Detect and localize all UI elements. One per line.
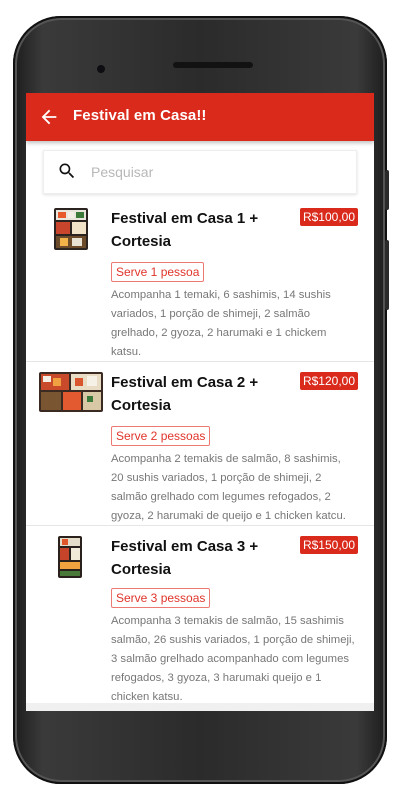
list-item[interactable]: Festival em Casa 3 + Cortesia R$150,00 S…	[26, 526, 374, 709]
item-title: Festival em Casa 2 + Cortesia	[111, 374, 259, 414]
front-camera	[97, 65, 105, 73]
search-bar[interactable]	[43, 150, 357, 194]
item-description: Acompanha 3 temakis de salmão, 15 sashim…	[111, 615, 355, 703]
item-title: Festival em Casa 1 + Cortesia	[111, 210, 259, 250]
serve-badge: Serve 3 pessoas	[111, 588, 211, 608]
search-input[interactable]	[91, 161, 341, 183]
product-image	[39, 372, 103, 412]
price-badge: R$100,00	[299, 208, 358, 226]
app-bar: Festival em Casa!!	[26, 93, 374, 141]
item-description: Acompanha 2 temakis de salmão, 8 sashimi…	[111, 453, 346, 522]
item-title: Festival em Casa 3 + Cortesia	[111, 538, 259, 578]
earpiece-speaker	[173, 62, 253, 68]
list-item[interactable]: Festival em Casa 2 + Cortesia R$120,00 S…	[26, 362, 374, 526]
serve-badge: Serve 1 pessoa	[111, 262, 205, 282]
arrow-left-icon[interactable]	[38, 106, 60, 128]
price-badge: R$120,00	[299, 372, 358, 390]
volume-button	[385, 170, 389, 210]
page-title: Festival em Casa!!	[73, 107, 207, 124]
item-description: Acompanha 1 temaki, 6 sashimis, 14 sushi…	[111, 289, 331, 358]
bottom-edge	[26, 703, 374, 711]
price-badge: R$150,00	[299, 536, 358, 554]
power-button	[385, 240, 389, 310]
product-list: Festival em Casa 1 + Cortesia R$100,00 S…	[26, 141, 374, 711]
product-image	[58, 536, 82, 578]
serve-badge: Serve 2 pessoas	[111, 426, 211, 446]
search-icon	[59, 163, 75, 179]
list-item[interactable]: Festival em Casa 1 + Cortesia R$100,00 S…	[26, 198, 374, 362]
product-image	[54, 208, 88, 250]
app-screen: Festival em Casa!! Festival em C	[26, 93, 374, 711]
